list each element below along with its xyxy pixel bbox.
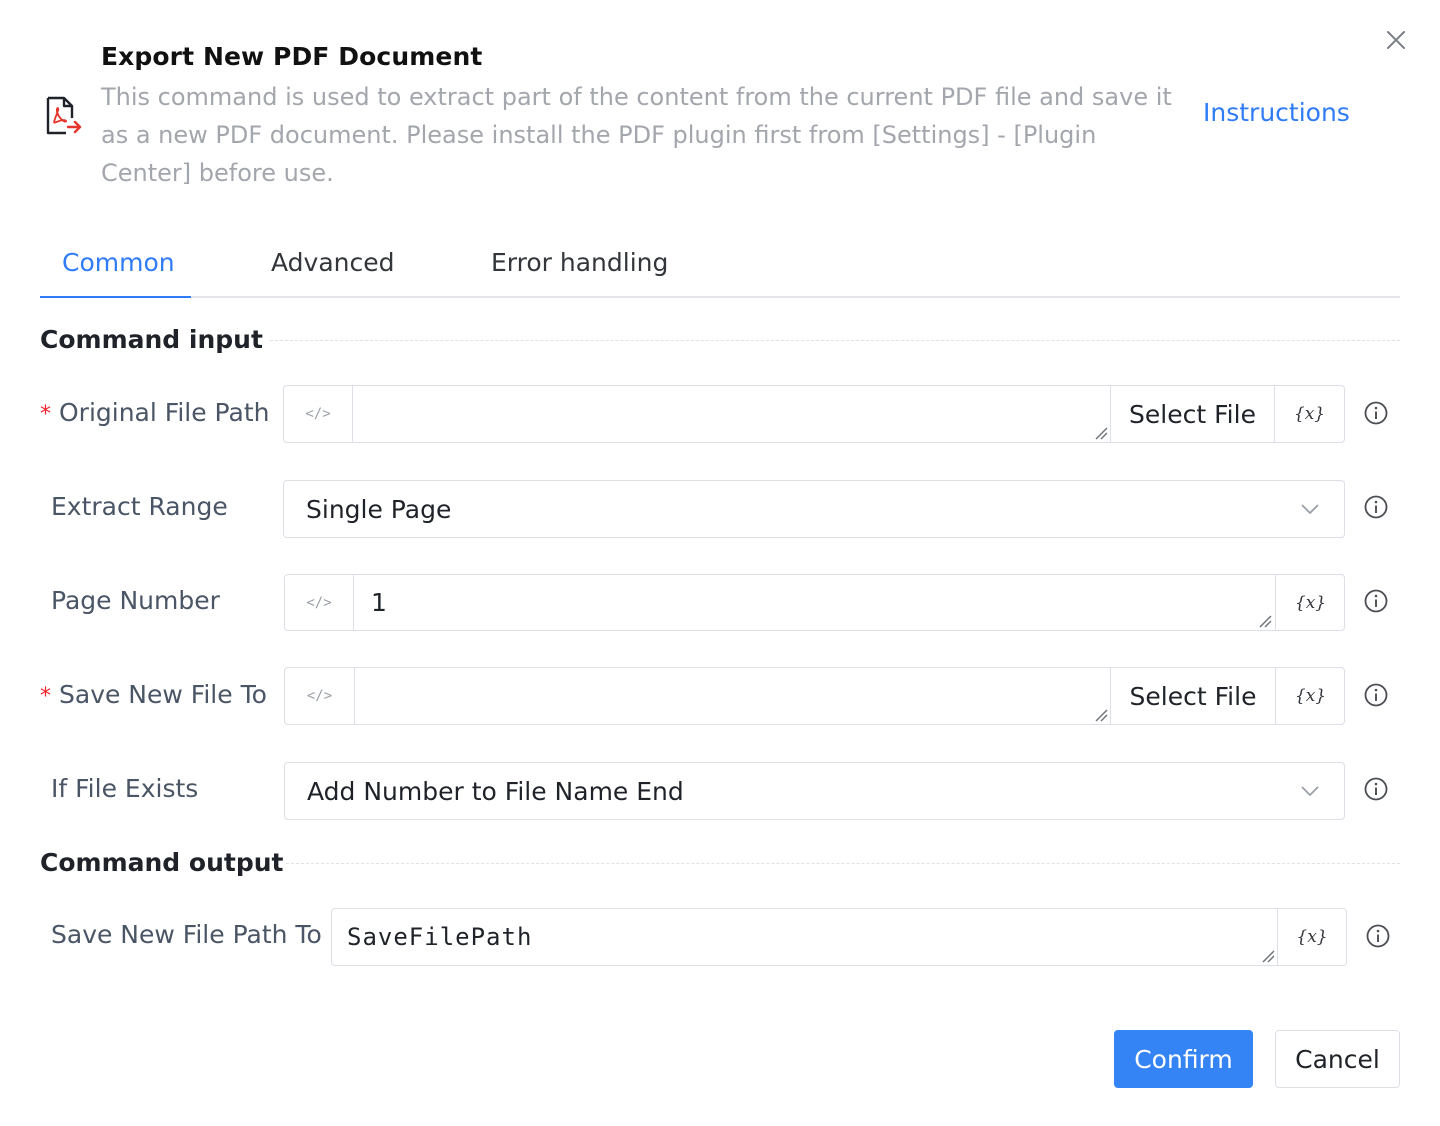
info-icon[interactable]	[1363, 400, 1389, 426]
section-divider	[286, 863, 1400, 864]
variable-insert-button[interactable]: {x}	[1275, 575, 1345, 630]
original-file-path-input[interactable]	[354, 386, 1109, 442]
original-file-path-label-text: Original File Path	[59, 398, 270, 427]
save-new-file-to-label: * Save New File To	[40, 680, 267, 709]
pdf-export-icon	[44, 96, 82, 136]
save-new-file-to-label-text: Save New File To	[59, 680, 267, 709]
page-number-label: Page Number	[51, 586, 220, 615]
required-mark: *	[40, 402, 51, 427]
info-icon[interactable]	[1363, 494, 1389, 520]
variable-insert-button[interactable]: {x}	[1277, 909, 1346, 965]
dialog-description: This command is used to extract part of …	[101, 83, 1172, 187]
save-new-file-path-to-label: Save New File Path To	[51, 920, 322, 949]
variable-insert-button[interactable]: {x}	[1275, 668, 1345, 724]
if-file-exists-label: If File Exists	[51, 774, 199, 803]
code-mode-toggle[interactable]: </>	[285, 575, 354, 630]
save-new-file-to-field: </> Select File {x}	[284, 667, 1345, 725]
resize-handle-icon[interactable]	[1258, 614, 1272, 628]
instructions-link[interactable]: Instructions	[1203, 98, 1350, 127]
extract-range-select[interactable]: Single Page	[283, 480, 1345, 538]
close-icon[interactable]	[1382, 26, 1410, 54]
select-file-button[interactable]: Select File	[1110, 386, 1274, 442]
save-new-file-to-input[interactable]	[356, 668, 1106, 724]
if-file-exists-value: Add Number to File Name End	[307, 776, 684, 806]
page-number-input[interactable]: 1	[371, 575, 1251, 630]
cancel-button[interactable]: Cancel	[1275, 1030, 1400, 1088]
required-mark: *	[40, 684, 51, 709]
export-pdf-dialog: Export New PDF Document This command is …	[0, 0, 1440, 1126]
info-icon[interactable]	[1363, 588, 1389, 614]
code-mode-toggle[interactable]: </>	[284, 386, 353, 442]
command-output-title: Command output	[40, 848, 284, 877]
code-mode-toggle[interactable]: </>	[285, 668, 355, 724]
info-icon[interactable]	[1365, 923, 1391, 949]
chevron-down-icon	[1301, 786, 1319, 797]
resize-handle-icon[interactable]	[1094, 426, 1108, 440]
command-input-title: Command input	[40, 325, 263, 354]
save-new-file-path-to-input[interactable]: SaveFilePath	[347, 909, 1247, 965]
tab-advanced[interactable]: Advanced	[271, 240, 395, 298]
extract-range-label: Extract Range	[51, 492, 228, 521]
original-file-path-label: * Original File Path	[40, 398, 269, 427]
select-file-button[interactable]: Select File	[1110, 668, 1275, 724]
tab-error-handling[interactable]: Error handling	[491, 240, 668, 298]
tab-common[interactable]: Common	[40, 240, 191, 298]
info-icon[interactable]	[1363, 776, 1389, 802]
variable-insert-button[interactable]: {x}	[1274, 386, 1344, 442]
page-number-field: </> 1 {x}	[284, 574, 1345, 631]
dialog-title: Export New PDF Document	[101, 42, 483, 71]
if-file-exists-select[interactable]: Add Number to File Name End	[284, 762, 1345, 820]
resize-handle-icon[interactable]	[1261, 949, 1275, 963]
extract-range-value: Single Page	[306, 494, 452, 524]
confirm-button[interactable]: Confirm	[1114, 1030, 1253, 1088]
resize-handle-icon[interactable]	[1094, 708, 1108, 722]
section-divider	[270, 340, 1400, 341]
tab-bar: Common Advanced Error handling	[40, 240, 1400, 298]
save-new-file-path-to-field: SaveFilePath {x}	[331, 908, 1347, 966]
original-file-path-field: </> Select File {x}	[283, 385, 1345, 443]
chevron-down-icon	[1301, 504, 1319, 515]
info-icon[interactable]	[1363, 682, 1389, 708]
